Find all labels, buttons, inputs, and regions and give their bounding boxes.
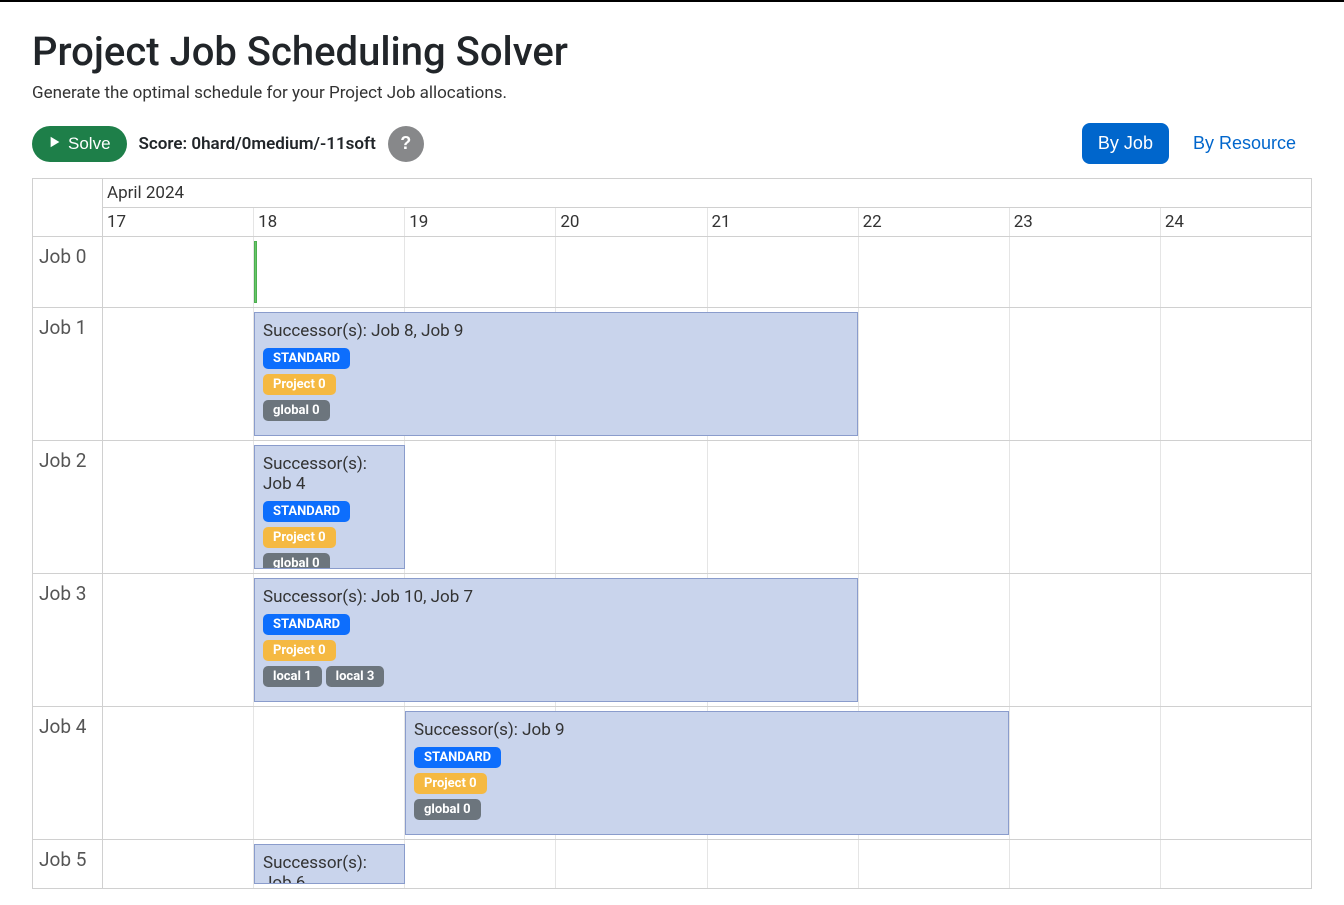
job-bar[interactable]: Successor(s): Job 9 STANDARD Project 0 glob… <box>405 711 1009 835</box>
successors-label: Successor(s): Job 6 <box>263 853 396 884</box>
job-marker[interactable] <box>254 241 257 303</box>
gantt-row: Job 3 Successor(s): Job 10, Job 7 STANDARD… <box>33 574 1311 707</box>
score-label: Score: 0hard/0medium/-11soft <box>139 134 376 154</box>
day-cell: 21 <box>708 208 859 236</box>
successors-label: Successor(s): Job 9 <box>414 720 1000 740</box>
gantt-row: Job 4 Successor(s): Job 9 STANDARD Project … <box>33 707 1311 840</box>
tab-by-resource[interactable]: By Resource <box>1177 123 1312 164</box>
day-cell: 18 <box>254 208 405 236</box>
badge-project: Project 0 <box>263 374 336 395</box>
row-label: Job 1 <box>33 308 103 440</box>
row-body: Successor(s): Job 9 STANDARD Project 0 glob… <box>103 707 1311 839</box>
job-bar[interactable]: Successor(s): Job 4 STANDARD Project 0 glob… <box>254 445 405 569</box>
job-bar[interactable]: Successor(s): Job 6 <box>254 844 405 884</box>
badge-gray: local 3 <box>326 666 385 687</box>
day-cell: 17 <box>103 208 254 236</box>
main-container: Project Job Scheduling Solver Generate t… <box>0 2 1344 905</box>
row-label: Job 5 <box>33 840 103 888</box>
gantt-row: Job 1 Successor(s): Job 8, Job 9 STANDARD P… <box>33 308 1311 441</box>
help-icon: ? <box>400 133 411 154</box>
row-label: Job 4 <box>33 707 103 839</box>
row-body: Successor(s): Job 8, Job 9 STANDARD Projec… <box>103 308 1311 440</box>
month-label: April 2024 <box>103 179 1311 208</box>
play-icon <box>48 134 62 154</box>
grid-lines <box>103 237 1311 307</box>
badge-project: Project 0 <box>263 640 336 661</box>
badge-standard: STANDARD <box>414 747 501 768</box>
badge-project: Project 0 <box>414 773 487 794</box>
row-label: Job 0 <box>33 237 103 307</box>
gantt-row: Job 2 Successor(s): Job 4 STANDARD Project … <box>33 441 1311 574</box>
gantt-header: April 2024 1718192021222324 <box>33 179 1311 237</box>
badge-gray: local 1 <box>263 666 322 687</box>
row-body: Successor(s): Job 10, Job 7 STANDARD Proje… <box>103 574 1311 706</box>
job-bar[interactable]: Successor(s): Job 8, Job 9 STANDARD Projec… <box>254 312 858 436</box>
row-label: Job 2 <box>33 441 103 573</box>
day-cell: 19 <box>405 208 556 236</box>
solve-button-label: Solve <box>68 134 111 154</box>
successors-label: Successor(s): Job 4 <box>263 454 396 494</box>
day-cell: 22 <box>859 208 1010 236</box>
controls-row: Solve Score: 0hard/0medium/-11soft ? By … <box>32 123 1312 164</box>
badge-standard: STANDARD <box>263 614 350 635</box>
badge-standard: STANDARD <box>263 501 350 522</box>
badge-standard: STANDARD <box>263 348 350 369</box>
job-bar[interactable]: Successor(s): Job 10, Job 7 STANDARD Proje… <box>254 578 858 702</box>
view-tabs: By Job By Resource <box>1082 123 1312 164</box>
row-body: Successor(s): Job 4 STANDARD Project 0 glob… <box>103 441 1311 573</box>
gantt-chart: April 2024 1718192021222324 Job 0Job 1 Su… <box>32 178 1312 889</box>
gantt-header-spacer <box>33 179 103 236</box>
tab-by-job[interactable]: By Job <box>1082 123 1169 164</box>
row-body: Successor(s): Job 6 <box>103 840 1311 888</box>
help-button[interactable]: ? <box>388 126 424 162</box>
badge-gray: global 0 <box>414 799 481 820</box>
solve-button[interactable]: Solve <box>32 126 127 162</box>
days-row: 1718192021222324 <box>103 208 1311 236</box>
badge-gray: global 0 <box>263 400 330 421</box>
gantt-row: Job 0 <box>33 237 1311 308</box>
day-cell: 23 <box>1010 208 1161 236</box>
day-cell: 24 <box>1161 208 1311 236</box>
controls-left: Solve Score: 0hard/0medium/-11soft ? <box>32 126 424 162</box>
gantt-body: Job 0Job 1 Successor(s): Job 8, Job 9 STAN… <box>33 237 1311 888</box>
page-title: Project Job Scheduling Solver <box>32 28 1312 75</box>
page-subtitle: Generate the optimal schedule for your P… <box>32 83 1312 103</box>
badge-project: Project 0 <box>263 527 336 548</box>
successors-label: Successor(s): Job 8, Job 9 <box>263 321 849 341</box>
badge-gray: global 0 <box>263 553 330 569</box>
gantt-header-timeline: April 2024 1718192021222324 <box>103 179 1311 236</box>
day-cell: 20 <box>556 208 707 236</box>
successors-label: Successor(s): Job 10, Job 7 <box>263 587 849 607</box>
row-label: Job 3 <box>33 574 103 706</box>
gantt-row: Job 5 Successor(s): Job 6 <box>33 840 1311 888</box>
row-body <box>103 237 1311 307</box>
